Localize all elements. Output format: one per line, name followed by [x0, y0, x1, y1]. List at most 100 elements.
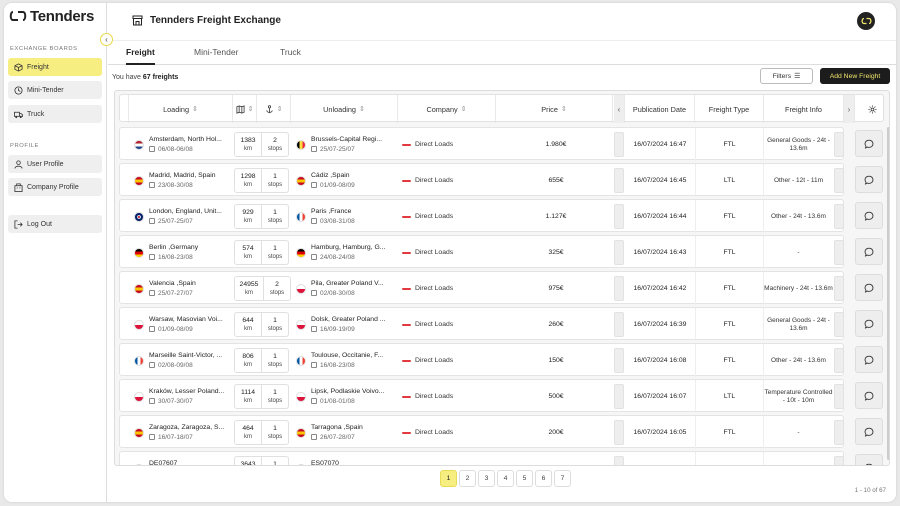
message-button[interactable]	[855, 418, 883, 445]
column-stops[interactable]: ⇕	[257, 95, 291, 123]
collapse-sidebar-button[interactable]: ‹	[100, 33, 113, 46]
table-row[interactable]: Berlin ,Germany 16/08-23/08 574 km 1 stops…	[119, 235, 884, 269]
logout-icon	[14, 219, 23, 229]
calendar-icon	[149, 254, 155, 260]
company-logo-icon	[402, 431, 411, 434]
column-publication-date[interactable]: Publication Date	[625, 95, 695, 123]
row-spacer	[834, 420, 844, 445]
stops: 1stops	[267, 425, 283, 440]
publication-date-cell: 16/07/2024 16:39	[633, 321, 687, 328]
company-cell[interactable]: Direct Loads	[402, 236, 497, 269]
row-card: Berlin ,Germany 16/08-23/08 574 km 1 stops…	[119, 235, 844, 269]
table-row[interactable]: Warsaw, Masovian Voi... 01/09-08/09 644 k…	[119, 307, 884, 341]
freight-type-cell: FTL	[695, 308, 764, 341]
table-row[interactable]: Amsterdam, North Hol... 06/08-06/08 1383…	[119, 127, 884, 161]
page-2-button[interactable]: 2	[459, 470, 476, 487]
table-row[interactable]: Marseille Saint-Victor, ... 02/08-09/08 …	[119, 343, 884, 377]
chat-icon	[864, 247, 874, 257]
loading-cell: Valencia ,Spain 25/07-27/07	[134, 272, 227, 305]
stops: 1stops	[273, 461, 277, 466]
clock-icon	[14, 85, 23, 95]
row-card: Marseille Saint-Victor, ... 02/08-09/08 …	[119, 343, 844, 377]
message-button[interactable]	[855, 238, 883, 265]
company-cell[interactable]: Direct Loads	[402, 308, 497, 341]
column-freight-type[interactable]: Freight Type	[695, 95, 764, 123]
company-cell[interactable]: Direct Loads	[402, 200, 497, 233]
table-row[interactable]: Valencia ,Spain 25/07-27/07 24955 km 2 sto…	[119, 271, 884, 305]
sidebar-item-company-profile[interactable]: Company Profile	[8, 178, 102, 196]
row-card: Madrid, Madrid, Spain 23/08-30/08 1298 km…	[119, 163, 844, 197]
sidebar-item-freight[interactable]: Freight	[8, 58, 102, 76]
company-cell[interactable]: Direct Loads	[402, 344, 497, 377]
column-freight-info[interactable]: Freight Info	[764, 95, 844, 123]
table-scrollbar[interactable]	[887, 127, 889, 460]
column-price[interactable]: Price ⇕	[496, 95, 613, 123]
table-row[interactable]: London, England, Unit... 25/07-25/07 929…	[119, 199, 884, 233]
scroll-columns-right-button[interactable]: ›	[844, 95, 855, 123]
company-cell[interactable]: Direct Loads	[402, 380, 497, 413]
filter-icon: ☰	[794, 73, 801, 80]
table-row[interactable]: DE07607 3643km 1stops ES07070	[119, 451, 884, 466]
tab-freight[interactable]: Freight	[126, 47, 155, 65]
destination-date: 01/08-01/08	[311, 398, 389, 405]
scroll-columns-left-button[interactable]: ‹	[614, 95, 625, 123]
freight-info-cell: Temperature Controlled - 10t - 10m	[764, 389, 833, 404]
tab-truck[interactable]: Truck	[280, 47, 301, 63]
freight-table: Loading ⇕ ⇕ ⇕ Unloading ⇕ Company ⇕ Price ⇕ …	[114, 90, 890, 466]
table-row[interactable]: Zaragoza, Zaragoza, S... 16/07-18/07 464…	[119, 415, 884, 449]
page-6-button[interactable]: 6	[535, 470, 552, 487]
page-1-button[interactable]: 1	[440, 470, 457, 487]
sidebar-item-mini-tender[interactable]: Mini-Tender	[8, 81, 102, 99]
column-unloading[interactable]: Unloading ⇕	[291, 95, 398, 123]
message-button[interactable]	[855, 274, 883, 301]
page-4-button[interactable]: 4	[497, 470, 514, 487]
message-button[interactable]	[855, 310, 883, 337]
message-button[interactable]	[855, 346, 883, 373]
calendar-icon	[149, 326, 155, 332]
table-settings-button[interactable]	[860, 95, 884, 123]
page-5-button[interactable]: 5	[516, 470, 533, 487]
page-3-button[interactable]: 3	[478, 470, 495, 487]
message-button[interactable]	[855, 382, 883, 409]
company-cell[interactable]: Direct Loads	[402, 164, 497, 197]
stops: 1stops	[267, 389, 283, 404]
company-cell[interactable]: Direct Loads	[402, 128, 497, 161]
company-cell[interactable]: Direct Loads	[402, 416, 497, 449]
column-loading[interactable]: Loading ⇕	[129, 95, 233, 123]
add-new-freight-button[interactable]: Add New Freight	[820, 68, 890, 84]
origin-flag-icon	[134, 139, 144, 150]
distance: 644 km	[235, 313, 262, 336]
chat-icon	[864, 319, 874, 329]
loading-cell: Berlin ,Germany 16/08-23/08	[134, 236, 227, 269]
message-button[interactable]	[855, 166, 883, 193]
avatar[interactable]	[857, 12, 875, 30]
message-button[interactable]	[855, 202, 883, 229]
column-company[interactable]: Company ⇕	[398, 95, 496, 123]
tab-mini-tender[interactable]: Mini-Tender	[194, 47, 238, 63]
sidebar-item-user-profile[interactable]: User Profile	[8, 155, 102, 173]
destination-place: Lipsk, Podlaskie Voivo...	[311, 388, 385, 395]
page-7-button[interactable]: 7	[554, 470, 571, 487]
logo[interactable]: Tennders	[9, 8, 94, 25]
tab-bar: Freight Mini-Tender Truck	[108, 41, 896, 65]
table-row[interactable]: Madrid, Madrid, Spain 23/08-30/08 1298 km…	[119, 163, 884, 197]
logo-icon	[860, 17, 872, 25]
origin-date: 02/08-09/08	[149, 362, 227, 369]
filters-button[interactable]: Filters ☰	[760, 68, 813, 84]
destination-flag-icon	[296, 355, 306, 366]
company-cell[interactable]: Direct Loads	[402, 272, 497, 305]
stops: 2 stops	[269, 281, 285, 296]
sidebar-item-truck[interactable]: Truck	[8, 105, 102, 123]
column-distance[interactable]: ⇕	[233, 95, 257, 123]
row-card: Amsterdam, North Hol... 06/08-06/08 1383…	[119, 127, 844, 161]
calendar-icon	[149, 146, 155, 152]
row-spacer	[614, 384, 624, 409]
table-row[interactable]: Kraków, Lesser Poland... 30/07-30/07 111…	[119, 379, 884, 413]
freight-info-cell: Other - 24t - 13.6m	[771, 356, 826, 364]
sidebar-item-label: Freight	[27, 63, 49, 71]
sidebar-item-log-out[interactable]: Log Out	[8, 215, 102, 233]
message-button[interactable]	[855, 130, 883, 157]
distance: 1298 km	[235, 169, 262, 192]
company-cell[interactable]	[402, 452, 497, 465]
message-button[interactable]	[855, 454, 883, 465]
